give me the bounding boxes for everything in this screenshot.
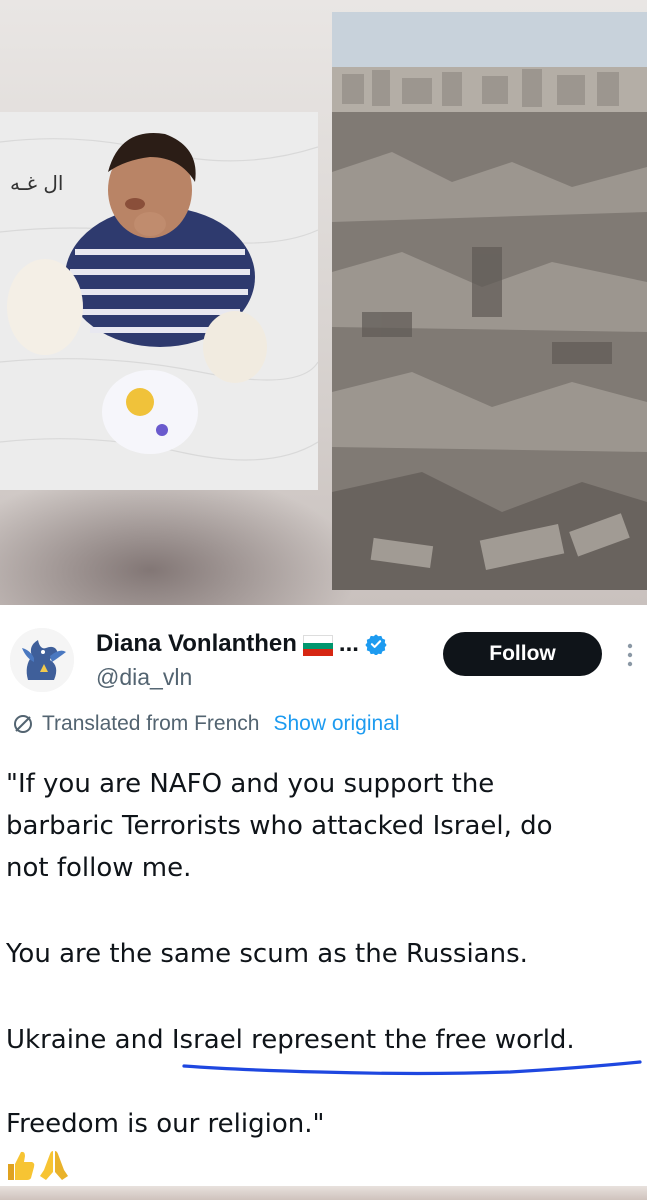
follow-button[interactable]: Follow xyxy=(443,632,602,676)
tweet-body-line-6: Freedom is our religion." xyxy=(6,1109,325,1139)
dragon-avatar-icon xyxy=(10,628,74,692)
bottom-edge xyxy=(0,1186,647,1200)
child-patient-photo: ال غـه xyxy=(0,112,318,490)
thumbs-up-icon xyxy=(8,1151,35,1180)
avatar[interactable] xyxy=(10,628,74,692)
more-options-icon[interactable] xyxy=(623,640,637,670)
verified-badge-icon xyxy=(365,634,387,655)
translation-notice: Translated from French Show original xyxy=(12,712,400,736)
rubble-landscape-photo xyxy=(332,12,647,590)
tweet-body-line-5: Ukraine and Israel represent the free wo… xyxy=(6,1025,575,1055)
folded-hands-icon xyxy=(40,1151,68,1180)
tweet-body-line-4: You are the same scum as the Russians. xyxy=(6,939,528,969)
display-name[interactable]: Diana Vonlanthen ... xyxy=(96,630,387,658)
tweet-body-line-1: "If you are NAFO and you support the xyxy=(6,769,495,799)
tweet-body-line-2: barbaric Terrorists who attacked Israel,… xyxy=(6,811,553,841)
photo-collage: ال غـه xyxy=(0,0,647,605)
user-handle[interactable]: @dia_vln xyxy=(96,664,192,691)
emoji-row xyxy=(4,1148,70,1182)
sheet-caption: ال غـه xyxy=(10,171,64,195)
tweet-body-line-3: not follow me. xyxy=(6,853,192,883)
show-original-link[interactable]: Show original xyxy=(273,712,399,736)
translate-icon xyxy=(14,715,32,733)
name-truncation: ... xyxy=(338,630,359,657)
handwritten-underline xyxy=(182,1060,642,1076)
display-name-text: Diana Vonlanthen xyxy=(96,630,297,657)
translated-label: Translated from French xyxy=(42,712,260,735)
bulgaria-flag-icon xyxy=(302,635,333,656)
